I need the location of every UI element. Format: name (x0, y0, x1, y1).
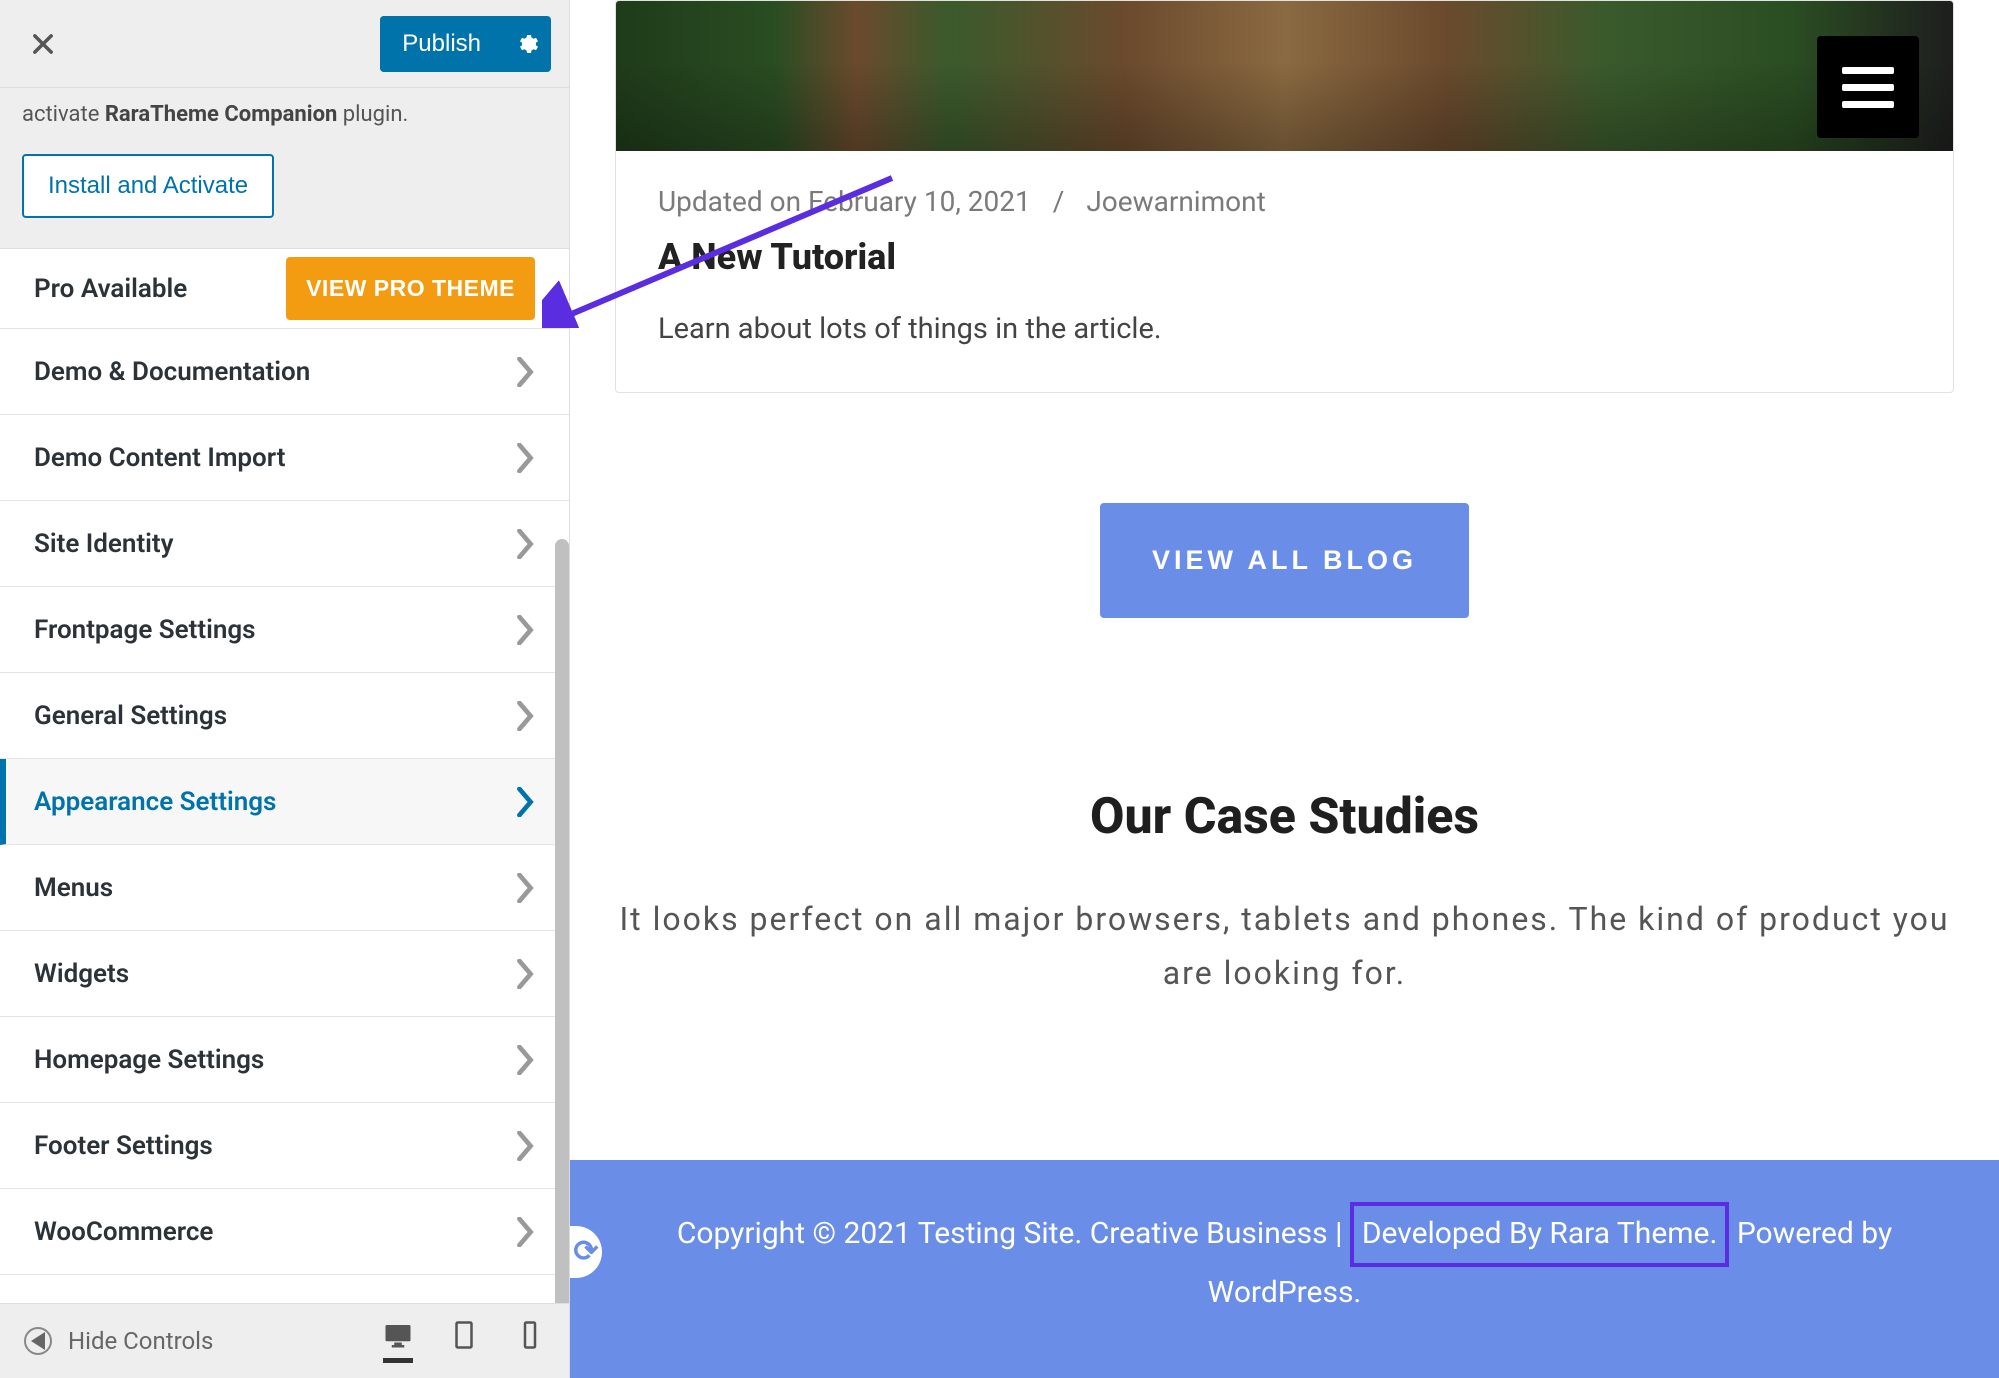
panel-label: Homepage Settings (34, 1045, 264, 1075)
plugin-notice-text: activate RaraTheme Companion plugin. (22, 102, 547, 128)
panel-site-identity[interactable]: Site Identity (0, 501, 569, 587)
device-mobile-button[interactable] (515, 1320, 545, 1363)
chevron-right-icon (515, 357, 535, 387)
plugin-notice-suffix: plugin. (337, 102, 408, 127)
plugin-notice-prefix: activate (22, 102, 105, 127)
customizer-sidebar: Publish activate RaraTheme Companion plu… (0, 0, 570, 1378)
view-pro-theme-button[interactable]: VIEW PRO THEME (286, 257, 535, 320)
device-desktop-button[interactable] (383, 1320, 413, 1363)
publish-group: Publish (380, 16, 551, 72)
meta-separator: / (1053, 185, 1065, 218)
case-studies-section: Our Case Studies It looks perfect on all… (615, 788, 1954, 1001)
case-studies-subtitle: It looks perfect on all major browsers, … (615, 892, 1954, 1001)
panel-label: Appearance Settings (34, 787, 276, 817)
chevron-right-icon (515, 787, 535, 817)
blog-updated-date: Updated on February 10, 2021 (658, 185, 1031, 218)
blog-card-image (616, 1, 1953, 151)
panel-demo-documentation[interactable]: Demo & Documentation (0, 329, 569, 415)
panel-homepage-settings[interactable]: Homepage Settings (0, 1017, 569, 1103)
menu-toggle-button[interactable] (1817, 36, 1919, 138)
chevron-right-icon (515, 1045, 535, 1075)
footer-badge-icon[interactable]: ⟳ (570, 1226, 602, 1278)
customizer-footer: Hide Controls (0, 1303, 569, 1378)
publish-settings-button[interactable] (503, 16, 551, 72)
blog-excerpt: Learn about lots of things in the articl… (658, 312, 1911, 346)
close-icon (29, 30, 57, 58)
tablet-icon (449, 1320, 479, 1350)
chevron-right-icon (515, 959, 535, 989)
customizer-header: Publish (0, 0, 569, 88)
panel-label: Footer Settings (34, 1131, 213, 1161)
view-all-blog-button[interactable]: VIEW ALL BLOG (1100, 503, 1469, 618)
footer-copyright: Copyright © 2021 Testing Site. Creative … (677, 1216, 1350, 1251)
chevron-right-icon (515, 1217, 535, 1247)
site-preview: Updated on February 10, 2021 / Joewarnim… (570, 0, 1999, 1378)
panel-label: Widgets (34, 959, 129, 989)
hamburger-icon (1842, 84, 1894, 91)
site-footer: ⟳ Copyright © 2021 Testing Site. Creativ… (570, 1160, 1999, 1378)
panel-label: WooCommerce (34, 1217, 213, 1247)
hide-controls-button[interactable]: Hide Controls (24, 1327, 213, 1355)
chevron-right-icon (515, 615, 535, 645)
chevron-right-icon (515, 529, 535, 559)
panel-footer-settings[interactable]: Footer Settings (0, 1103, 569, 1189)
panel-label: Frontpage Settings (34, 615, 256, 645)
publish-button[interactable]: Publish (380, 16, 503, 72)
chevron-right-icon (515, 701, 535, 731)
desktop-icon (383, 1320, 413, 1350)
panel-woocommerce[interactable]: WooCommerce (0, 1189, 569, 1275)
panel-frontpage-settings[interactable]: Frontpage Settings (0, 587, 569, 673)
panel-label: General Settings (34, 701, 227, 731)
blog-meta: Updated on February 10, 2021 / Joewarnim… (658, 185, 1911, 218)
mobile-icon (515, 1320, 545, 1350)
panel-label: Demo & Documentation (34, 357, 310, 387)
blog-card: Updated on February 10, 2021 / Joewarnim… (615, 0, 1954, 393)
sidebar-scrollbar[interactable] (555, 539, 569, 1303)
chevron-right-icon (515, 1131, 535, 1161)
panel-menus[interactable]: Menus (0, 845, 569, 931)
panel-label: Menus (34, 873, 113, 903)
install-activate-button[interactable]: Install and Activate (22, 154, 274, 218)
panel-demo-content-import[interactable]: Demo Content Import (0, 415, 569, 501)
panel-label: Site Identity (34, 529, 174, 559)
customizer-panel-list: Pro Available VIEW PRO THEME Demo & Docu… (0, 249, 569, 1303)
footer-developer-credit[interactable]: Developed By Rara Theme. (1350, 1202, 1730, 1267)
panel-widgets[interactable]: Widgets (0, 931, 569, 1017)
device-preview-group (383, 1320, 545, 1363)
panel-appearance-settings[interactable]: Appearance Settings (0, 759, 569, 845)
blog-author[interactable]: Joewarnimont (1086, 185, 1265, 218)
gear-icon (515, 32, 539, 56)
plugin-name: RaraTheme Companion (105, 102, 338, 127)
hide-controls-label: Hide Controls (68, 1327, 213, 1355)
pro-available-label: Pro Available (34, 274, 187, 304)
device-tablet-button[interactable] (449, 1320, 479, 1363)
pro-available-row: Pro Available VIEW PRO THEME (0, 249, 569, 329)
panel-label: Demo Content Import (34, 443, 286, 473)
chevron-right-icon (515, 873, 535, 903)
triangle-left-icon (31, 1332, 45, 1350)
case-studies-title: Our Case Studies (615, 788, 1954, 846)
blog-title[interactable]: A New Tutorial (658, 236, 1911, 278)
panel-general-settings[interactable]: General Settings (0, 673, 569, 759)
close-button[interactable] (18, 19, 68, 69)
plugin-notice: activate RaraTheme Companion plugin. Ins… (0, 88, 569, 249)
chevron-right-icon (515, 443, 535, 473)
